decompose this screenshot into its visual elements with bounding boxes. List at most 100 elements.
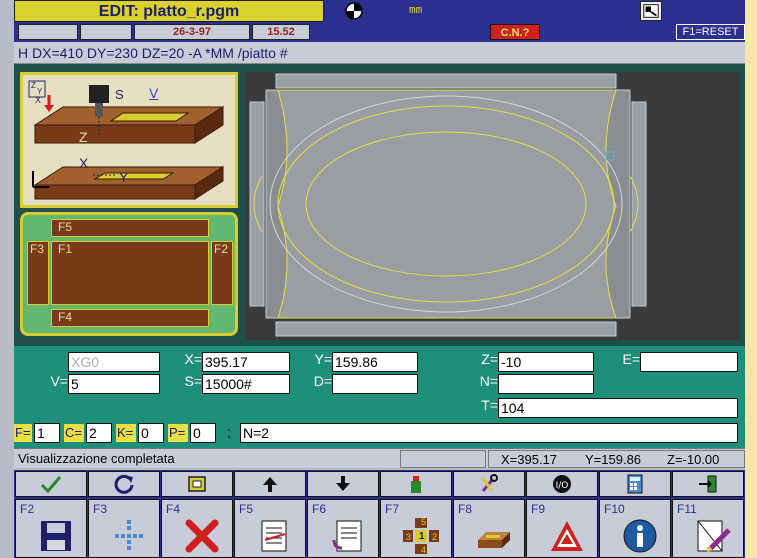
y-field[interactable]: 159.86 <box>332 352 418 372</box>
x-field[interactable]: 395.17 <box>202 352 290 372</box>
f10-info-button[interactable]: F10 <box>599 499 671 558</box>
frame-button[interactable] <box>161 471 233 497</box>
svg-text:I/O: I/O <box>556 481 569 491</box>
axis-x-label: X <box>79 155 89 171</box>
machining-diagram-panel: S V Z Y X Z X Y <box>20 72 238 208</box>
unit-label: mm <box>409 3 423 16</box>
s-label: S= <box>184 373 202 389</box>
d-field[interactable] <box>332 374 418 394</box>
face-f3[interactable]: F3 <box>27 241 49 305</box>
exit-button[interactable] <box>672 471 744 497</box>
warning-triangle-icon <box>551 521 583 551</box>
time-display: 15.52 <box>252 24 310 40</box>
f2-label: F2 <box>20 502 35 516</box>
cnc-editor-screen: EDIT: platto_r.pgm mm 26-3-97 15.52 C.N.… <box>0 0 745 558</box>
status-x: X=395.17 <box>501 452 558 467</box>
status-z: Z=-10.00 <box>667 452 720 467</box>
refresh-button[interactable] <box>88 471 160 497</box>
e-label: E= <box>622 351 640 367</box>
x-label: X= <box>184 351 202 367</box>
c-label: C= <box>64 424 84 442</box>
tools-button[interactable] <box>453 471 525 497</box>
face-f1[interactable]: F1 <box>51 241 209 305</box>
g-code-field[interactable]: XG0 <box>68 352 160 372</box>
d-label: D= <box>313 373 332 389</box>
paint-button[interactable] <box>380 471 452 497</box>
v-field[interactable]: 5 <box>68 374 160 394</box>
f7-label: F7 <box>385 502 400 516</box>
move-up-button[interactable] <box>234 471 306 497</box>
origin-icon[interactable] <box>344 1 364 21</box>
calculator-button[interactable] <box>599 471 671 497</box>
f6-document-button[interactable]: F6 <box>307 499 379 558</box>
cn-button[interactable]: C.N.? <box>490 24 540 40</box>
window-title: EDIT: platto_r.pgm <box>14 0 324 22</box>
print-icon[interactable] <box>640 1 662 21</box>
n-field[interactable] <box>498 374 594 394</box>
k-field[interactable]: 0 <box>138 423 164 443</box>
f-field[interactable]: 1 <box>34 423 60 443</box>
face-f4[interactable]: F4 <box>51 309 209 327</box>
dotted-cross-icon <box>115 520 143 550</box>
program-header-line[interactable]: H DX=410 DY=230 DZ=20 -A *MM /piatto # <box>14 42 745 64</box>
f11-edit-button[interactable]: F11 <box>672 499 744 558</box>
corner-x-label: X <box>35 95 42 105</box>
z-label: Z= <box>481 351 498 367</box>
io-button[interactable]: I/O <box>526 471 598 497</box>
f3-move-button[interactable]: F3 <box>88 499 160 558</box>
axis-s-label: S <box>115 87 124 102</box>
exit-icon <box>699 475 717 493</box>
s-field[interactable]: 15000# <box>202 374 290 394</box>
semicolon-separator: ; <box>227 424 231 440</box>
toolpath-canvas <box>246 72 740 340</box>
function-keys: F2 F3 F4 F5 F6 F7 5 3 1 2 4 F8 F9 F10 F1… <box>14 498 745 558</box>
date-display: 26-3-97 <box>134 24 250 40</box>
move-down-button[interactable] <box>307 471 379 497</box>
status-message: Visualizzazione completata <box>18 451 175 466</box>
arrow-up-icon <box>263 477 277 492</box>
t-label: T= <box>481 397 498 413</box>
t-field[interactable]: 104 <box>498 398 738 418</box>
k-label: K= <box>116 424 136 442</box>
title-filename: platto_r.pgm <box>143 3 240 20</box>
f-label: F= <box>14 424 32 442</box>
check-icon <box>40 476 62 494</box>
arrow-down-icon <box>336 476 350 491</box>
info-cell-2 <box>80 24 132 40</box>
reset-button[interactable]: F1=RESET <box>676 24 745 40</box>
f4-delete-button[interactable]: F4 <box>161 499 233 558</box>
f5-label: F5 <box>239 502 254 516</box>
paint-icon <box>411 476 421 493</box>
y-label: Y= <box>314 351 332 367</box>
z-field[interactable]: -10 <box>498 352 594 372</box>
axis-z-label: Z <box>79 129 88 145</box>
face-f5[interactable]: F5 <box>51 219 209 237</box>
document-link-icon <box>332 520 362 552</box>
p-field[interactable]: 0 <box>190 423 216 443</box>
floppy-disk-icon <box>41 521 71 551</box>
f9-warning-button[interactable]: F9 <box>526 499 598 558</box>
status-coordinates: X=395.17 Y=159.86 Z=-10.00 <box>488 450 745 468</box>
f6-label: F6 <box>312 502 327 516</box>
axis-y-label: Y <box>119 169 129 185</box>
p-label: P= <box>168 424 188 442</box>
confirm-button[interactable] <box>15 471 87 497</box>
title-bar: EDIT: platto_r.pgm mm <box>14 0 745 22</box>
f4-label: F4 <box>166 502 181 516</box>
toolpath-view[interactable] <box>246 72 740 340</box>
f5-document-button[interactable]: F5 <box>234 499 306 558</box>
f3-label: F3 <box>93 502 108 516</box>
delete-x-icon <box>185 519 219 553</box>
toolbar-top: I/O <box>14 470 745 498</box>
f7-faces-button[interactable]: F7 5 3 1 2 4 <box>380 499 452 558</box>
parameter-fields: XG0 V= 5 X= 395.17 S= 15000# Y= 159.86 D… <box>14 346 745 448</box>
comment-field[interactable]: N=2 <box>240 423 738 443</box>
face-f2[interactable]: F2 <box>211 241 233 305</box>
f8-label: F8 <box>458 502 473 516</box>
e-field[interactable] <box>640 352 738 372</box>
f8-panel-button[interactable]: F8 <box>453 499 525 558</box>
status-blank-cell <box>400 450 486 468</box>
f2-save-button[interactable]: F2 <box>15 499 87 558</box>
c-field[interactable]: 2 <box>86 423 112 443</box>
v-label: V= <box>50 373 68 389</box>
